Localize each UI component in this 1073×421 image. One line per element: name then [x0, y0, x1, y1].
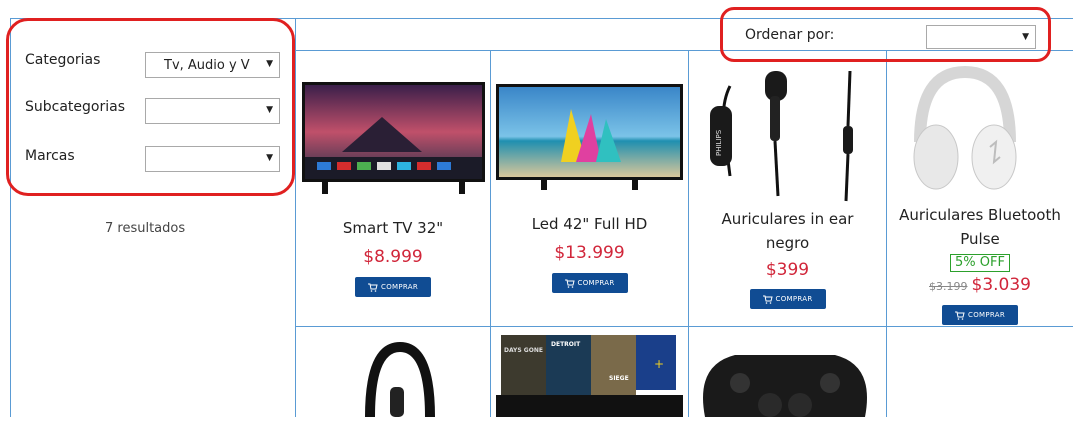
product-name[interactable]: Pulse	[887, 227, 1073, 251]
buy-button[interactable]: COMPRAR	[551, 273, 628, 293]
buy-label: COMPRAR	[381, 283, 418, 291]
product-price: $3.039	[971, 275, 1031, 295]
product-name[interactable]: Auriculares in ear	[689, 207, 886, 231]
grid-divider	[295, 326, 1073, 327]
product-card: Smart TV 32" $8.999 COMPRAR	[296, 216, 490, 297]
buy-button[interactable]: COMPRAR	[749, 289, 826, 309]
product-image-led-tv[interactable]	[496, 84, 683, 198]
buy-label: COMPRAR	[775, 295, 813, 303]
svg-text:+: +	[654, 357, 664, 371]
sort-highlight	[720, 7, 1051, 62]
old-price: $3.199	[929, 280, 968, 293]
product-card: Auriculares in ear negro $399 COMPRAR	[689, 207, 886, 309]
buy-label: COMPRAR	[577, 279, 615, 287]
product-name[interactable]: Smart TV 32"	[296, 216, 490, 240]
cart-icon	[955, 311, 965, 320]
buy-button[interactable]: COMPRAR	[942, 305, 1018, 325]
product-name[interactable]: Led 42" Full HD	[491, 212, 688, 236]
product-card: Led 42" Full HD $13.999 COMPRAR	[491, 212, 688, 293]
game-title: DAYS GONE	[504, 347, 543, 354]
product-name[interactable]: negro	[689, 231, 886, 255]
product-price: $13.999	[554, 243, 625, 263]
product-image-smart-tv[interactable]	[302, 82, 485, 206]
product-image-ps4-bundle[interactable]: DAYS GONE DETROIT SIEGE +	[496, 330, 683, 421]
product-card: Auriculares Bluetooth Pulse 5% OFF $3.19…	[887, 203, 1073, 325]
discount-badge: 5% OFF	[950, 254, 1010, 272]
product-image-headset[interactable]	[360, 341, 440, 421]
game-title: SIEGE	[609, 375, 629, 382]
buy-label: COMPRAR	[968, 311, 1005, 319]
product-name[interactable]: Auriculares Bluetooth	[887, 203, 1073, 227]
earphones-brand: PHILIPS	[715, 129, 723, 156]
results-count: 7 resultados	[105, 221, 186, 236]
product-image-controller[interactable]	[695, 345, 875, 421]
product-price-row: $3.199 $3.039	[887, 272, 1073, 300]
game-title: DETROIT	[551, 341, 581, 348]
product-image-earphones[interactable]: PHILIPS	[700, 66, 860, 210]
product-price: $399	[765, 260, 810, 280]
filters-highlight	[6, 18, 295, 196]
buy-button[interactable]: COMPRAR	[355, 277, 431, 297]
product-image-headphones[interactable]	[900, 62, 1030, 201]
cart-icon	[368, 283, 378, 292]
cart-icon	[564, 279, 575, 288]
product-price: $8.999	[363, 247, 423, 267]
cart-icon	[762, 295, 773, 304]
